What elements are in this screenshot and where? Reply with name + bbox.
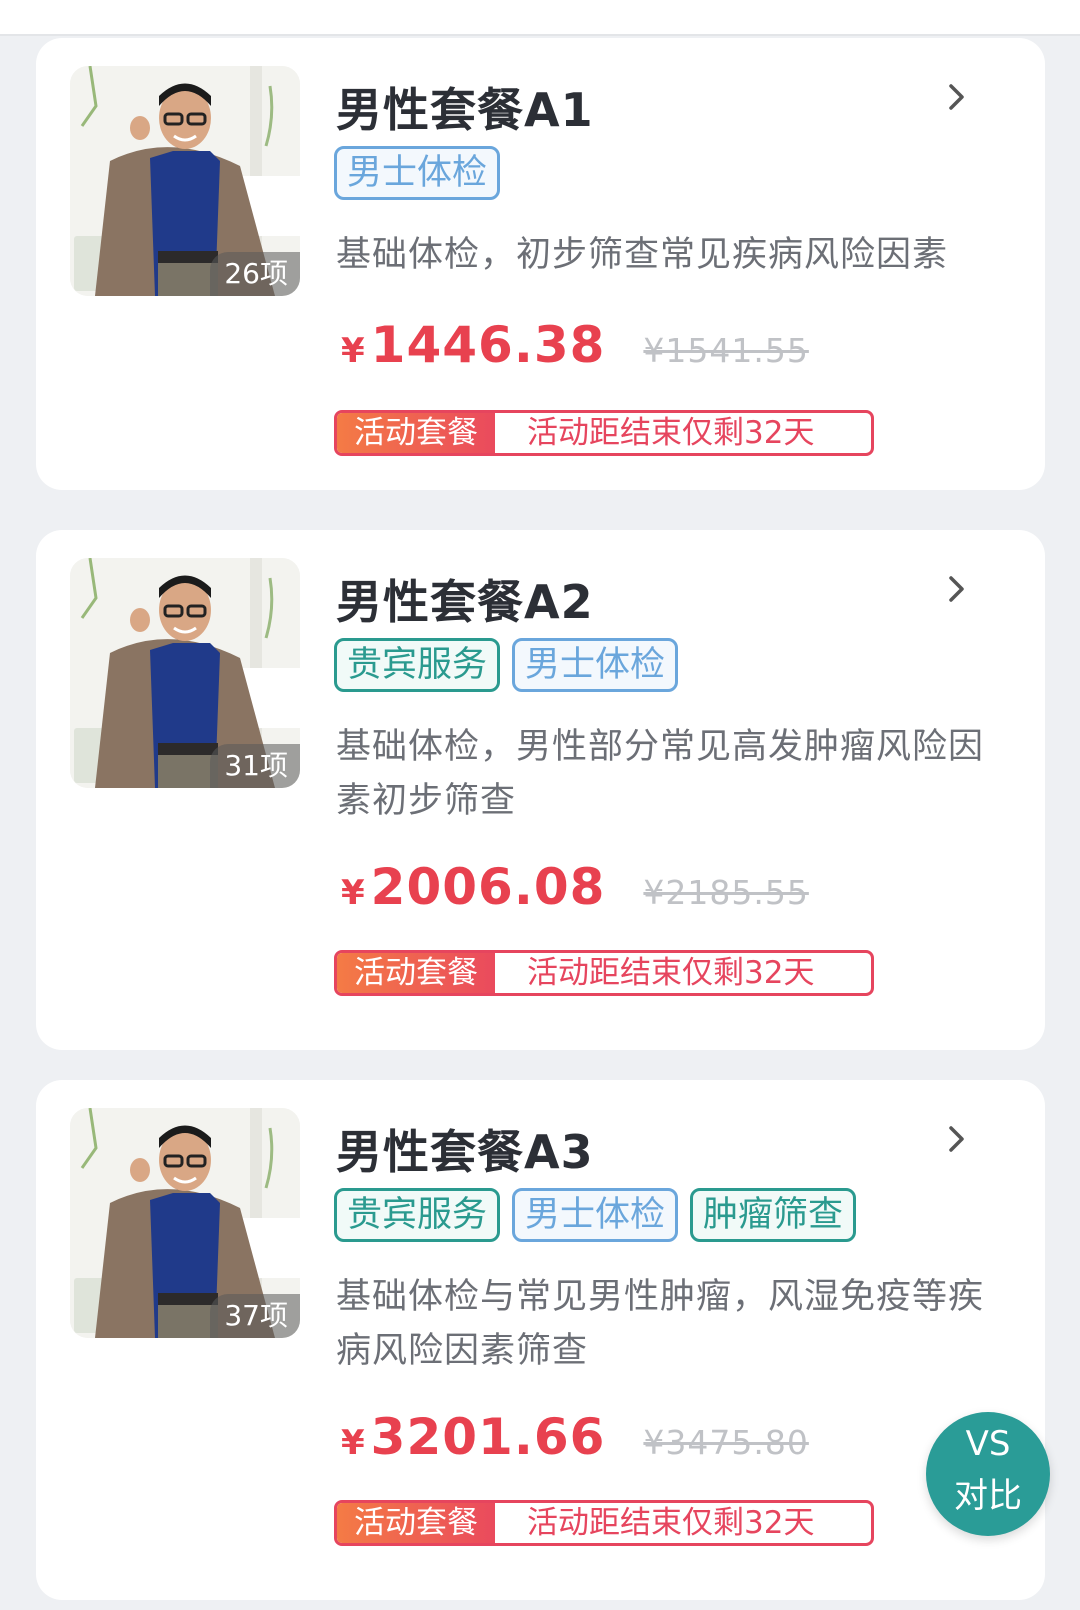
chevron-right-icon[interactable] bbox=[941, 1124, 971, 1154]
price-row: ¥3201.66 ¥3475.80 bbox=[341, 1408, 809, 1466]
promo-label: 活动套餐 bbox=[337, 413, 495, 453]
promo-countdown: 活动距结束仅剩32天 bbox=[527, 955, 815, 991]
package-thumbnail: 37项 bbox=[70, 1108, 300, 1338]
price-row: ¥2006.08 ¥2185.55 bbox=[341, 858, 809, 916]
package-title: 男性套餐A1 bbox=[336, 83, 594, 137]
promo-banner: 活动套餐 活动距结束仅剩32天 bbox=[334, 950, 874, 996]
item-count-badge: 31项 bbox=[210, 744, 300, 788]
item-count-badge: 26项 bbox=[210, 252, 300, 296]
price-row: ¥1446.38 ¥1541.55 bbox=[341, 316, 809, 374]
package-tag: 肿瘤筛查 bbox=[690, 1188, 857, 1242]
promo-banner: 活动套餐 活动距结束仅剩32天 bbox=[334, 410, 874, 456]
package-tag: 贵宾服务 bbox=[334, 638, 501, 692]
package-thumbnail: 26项 bbox=[70, 66, 300, 296]
sale-price: 2006.08 bbox=[370, 858, 606, 916]
compare-button-label: 对比 bbox=[954, 1476, 1022, 1516]
package-description: 基础体检与常见男性肿瘤，风湿免疫等疾病风险因素筛查 bbox=[336, 1277, 985, 1371]
original-price: ¥1541.55 bbox=[643, 331, 809, 370]
package-card[interactable]: 26项 男性套餐A1 男士体检 基础体检，初步筛查常见疾病风险因素 ¥1446.38 ¥1… bbox=[36, 38, 1045, 490]
compare-button[interactable]: VS 对比 bbox=[926, 1412, 1050, 1536]
sale-price: 1446.38 bbox=[370, 316, 606, 374]
promo-banner: 活动套餐 活动距结束仅剩32天 bbox=[334, 1500, 874, 1546]
sale-price: 3201.66 bbox=[370, 1408, 606, 1466]
package-title: 男性套餐A3 bbox=[336, 1125, 594, 1179]
package-card[interactable]: 37项 男性套餐A3 贵宾服务 男士体检 肿瘤筛查基础体检与常见男性肿瘤，风湿免疫等疾病… bbox=[36, 1080, 1045, 1600]
promo-countdown: 活动距结束仅剩32天 bbox=[527, 415, 815, 451]
currency-symbol: ¥ bbox=[341, 331, 365, 371]
original-price: ¥3475.80 bbox=[643, 1423, 809, 1462]
promo-label: 活动套餐 bbox=[337, 953, 495, 993]
chevron-right-icon[interactable] bbox=[941, 82, 971, 112]
package-card[interactable]: 31项 男性套餐A2 贵宾服务 男士体检基础体检，男性部分常见高发肿瘤风险因素初步筛查… bbox=[36, 530, 1045, 1050]
original-price: ¥2185.55 bbox=[643, 873, 809, 912]
package-description: 基础体检，男性部分常见高发肿瘤风险因素初步筛查 bbox=[336, 727, 985, 821]
tag-list: 贵宾服务 男士体检 bbox=[334, 638, 679, 692]
top-bar bbox=[0, 0, 1080, 36]
chevron-right-icon[interactable] bbox=[941, 574, 971, 604]
tag-list: 男士体检 bbox=[334, 146, 501, 200]
package-title: 男性套餐A2 bbox=[336, 575, 594, 629]
package-thumbnail: 31项 bbox=[70, 558, 300, 788]
promo-countdown: 活动距结束仅剩32天 bbox=[527, 1505, 815, 1541]
currency-symbol: ¥ bbox=[341, 1423, 365, 1463]
package-description: 基础体检，初步筛查常见疾病风险因素 bbox=[336, 235, 949, 275]
package-tag: 贵宾服务 bbox=[334, 1188, 501, 1242]
package-tag: 男士体检 bbox=[334, 146, 501, 200]
item-count-badge: 37项 bbox=[210, 1294, 300, 1338]
tag-list: 贵宾服务 男士体检 肿瘤筛查 bbox=[334, 1188, 857, 1242]
compare-button-vs: VS bbox=[965, 1424, 1011, 1464]
package-tag: 男士体检 bbox=[512, 638, 679, 692]
package-tag: 男士体检 bbox=[512, 1188, 679, 1242]
promo-label: 活动套餐 bbox=[337, 1503, 495, 1543]
currency-symbol: ¥ bbox=[341, 873, 365, 913]
